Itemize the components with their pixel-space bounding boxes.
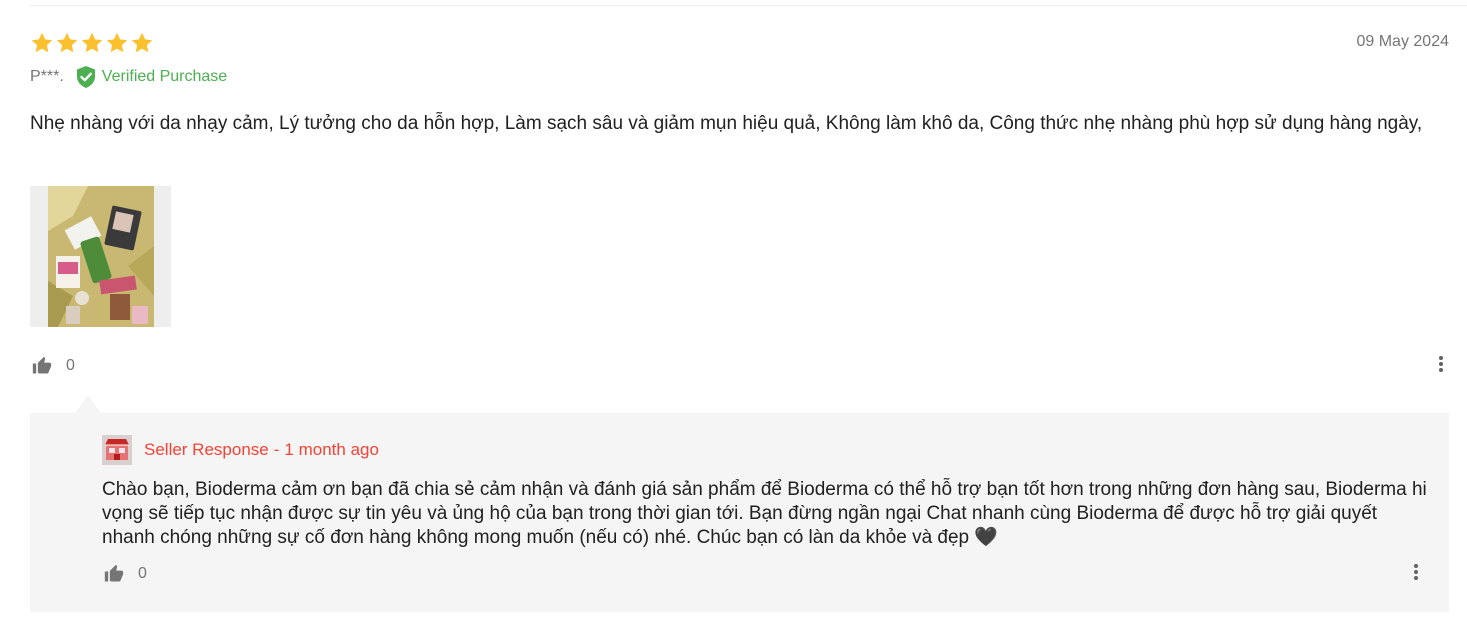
like-count: 0: [66, 357, 75, 374]
seller-response-separator: -: [273, 440, 280, 459]
verified-purchase-badge: Verified Purchase: [75, 65, 227, 89]
reply-helpful-vote: 0: [104, 563, 147, 585]
thumbs-up-icon[interactable]: [32, 356, 52, 376]
reviewer-info: P***. Verified Purchase: [30, 64, 227, 90]
review-photo[interactable]: [30, 186, 171, 327]
seller-response-time: 1 month ago: [284, 440, 379, 459]
review-date: 09 May 2024: [1356, 33, 1449, 50]
more-vertical-icon[interactable]: [1439, 356, 1443, 376]
shield-check-icon: [76, 66, 95, 88]
seller-response-label: Seller Response: [144, 440, 269, 459]
store-avatar-icon: [102, 435, 132, 465]
star-icon: [131, 32, 153, 53]
review-card: 09 May 2024 P***. Verified Purchase Nhẹ …: [30, 0, 1449, 631]
star-icon: [31, 32, 53, 53]
seller-response-text: Chào bạn, Bioderma cảm ơn bạn đã chia sẻ…: [102, 479, 1427, 548]
reply-pointer: [75, 395, 101, 413]
seller-response-header: Seller Response - 1 month ago: [102, 435, 379, 465]
verified-purchase-label: Verified Purchase: [101, 68, 228, 85]
thumbs-up-icon[interactable]: [104, 564, 124, 584]
more-vertical-icon[interactable]: [1414, 564, 1418, 584]
seller-response: Seller Response - 1 month ago Chào bạn, …: [30, 413, 1449, 612]
star-icon: [106, 32, 128, 53]
review-text: Nhẹ nhàng với da nhạy cảm, Lý tưởng cho …: [30, 113, 1423, 134]
rating-stars: [30, 31, 154, 55]
product-photo-thumbnail: [48, 186, 154, 327]
reviewer-name: P***.: [30, 68, 64, 85]
reply-like-count: 0: [138, 565, 147, 582]
star-icon: [56, 32, 78, 53]
helpful-vote: 0: [32, 355, 75, 377]
star-icon: [81, 32, 103, 53]
